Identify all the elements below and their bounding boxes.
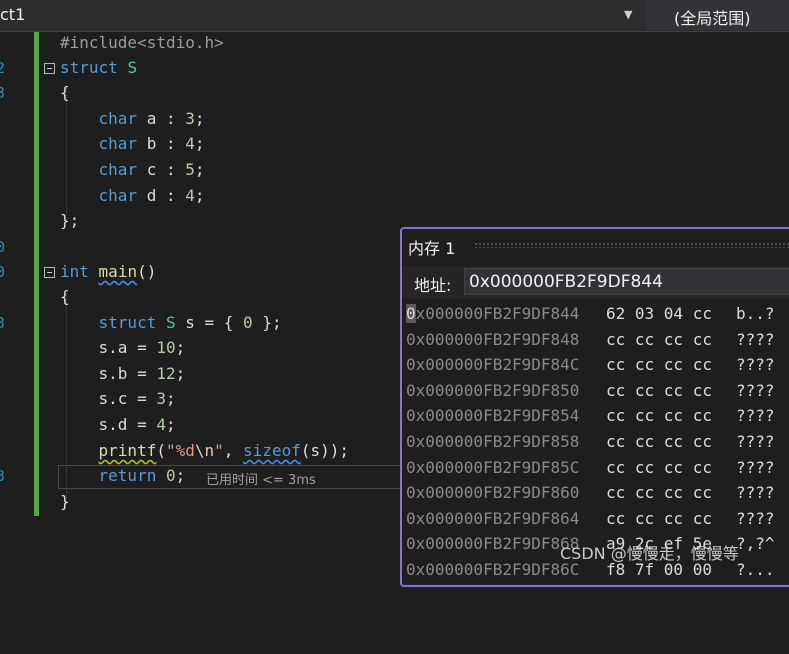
memory-address: 0x000000FB2F9DF844: [406, 304, 579, 323]
address-label: 地址:: [414, 276, 452, 295]
collapse-icon[interactable]: [44, 63, 55, 74]
memory-address: 0x000000FB2F9DF860: [406, 483, 580, 502]
memory-chars: ????: [736, 330, 775, 349]
memory-address: 0x000000FB2F9DF868: [406, 534, 580, 553]
memory-row[interactable]: 0x000000FB2F9DF860 cc cc cc cc ????: [406, 482, 789, 507]
memory-address: 0x000000FB2F9DF85C: [406, 458, 580, 477]
memory-chars: b..?: [736, 304, 775, 323]
memory-bytes: cc cc cc cc: [606, 509, 712, 528]
memory-bytes: cc cc cc cc: [606, 483, 712, 502]
code-text: struct S s = { 0 };: [98, 313, 282, 332]
memory-chars: ????: [736, 406, 775, 425]
code-text: printf("%d\n", sizeof(s));: [98, 441, 350, 460]
line-number: 0: [0, 263, 6, 281]
line-number: 0: [0, 238, 6, 256]
code-text: return 0;: [98, 466, 186, 485]
navigation-bar: ct1 ▼ (全局范围): [0, 0, 789, 32]
collapse-icon[interactable]: [44, 267, 55, 278]
memory-bytes: cc cc cc cc: [606, 406, 712, 425]
code-text: s.c = 3;: [60, 389, 176, 408]
memory-address: 0x000000FB2F9DF858: [406, 432, 580, 451]
memory-chars: ????: [736, 355, 775, 374]
memory-bytes: cc cc cc cc: [606, 330, 712, 349]
code-text: };: [60, 211, 80, 230]
scope-dropdown-label: (全局范围): [674, 9, 751, 28]
line-number: 3: [0, 467, 6, 485]
drag-handle-icon[interactable]: [474, 242, 789, 248]
code-text: char a : 3;: [98, 109, 205, 128]
memory-chars: ????: [736, 483, 775, 502]
memory-bytes: cc cc cc cc: [606, 381, 712, 400]
memory-address: 0x000000FB2F9DF848: [406, 330, 580, 349]
memory-bytes: cc cc cc cc: [606, 458, 712, 477]
code-text: s.a = 10;: [60, 338, 186, 357]
memory-row[interactable]: 0x000000FB2F9DF854 cc cc cc cc ????: [406, 405, 789, 430]
memory-chars: ?...: [736, 560, 775, 579]
memory-row[interactable]: 0x000000FB2F9DF844 62 03 04 cc b..?: [406, 303, 789, 328]
code-line[interactable]: char d : 4;: [0, 185, 789, 210]
code-text: char b : 4;: [98, 134, 205, 153]
memory-address: 0x000000FB2F9DF84C: [406, 355, 580, 374]
memory-bytes: cc cc cc cc: [606, 355, 712, 374]
code-text: s.b = 12;: [60, 364, 186, 383]
memory-bytes: cc cc cc cc: [606, 432, 712, 451]
memory-address: 0x000000FB2F9DF854: [406, 406, 580, 425]
memory-address: 0x000000FB2F9DF864: [406, 509, 580, 528]
code-line[interactable]: char c : 5;: [0, 159, 789, 184]
caret: 0: [406, 304, 416, 323]
memory-chars: ????: [736, 432, 775, 451]
memory-chars: ????: [736, 509, 775, 528]
memory-row[interactable]: 0x000000FB2F9DF864 cc cc cc cc ????: [406, 508, 789, 533]
memory-row[interactable]: 0x000000FB2F9DF84C cc cc cc cc ????: [406, 354, 789, 379]
project-dropdown[interactable]: ct1 ▼: [0, 0, 642, 30]
watermark: CSDN @慢慢走，慢慢等: [560, 544, 739, 563]
code-text: char d : 4;: [98, 186, 205, 205]
memory-address: 0x000000FB2F9DF850: [406, 381, 580, 400]
memory-address-text: x000000FB2F9DF844: [415, 304, 580, 323]
memory-row[interactable]: 0x000000FB2F9DF858 cc cc cc cc ????: [406, 431, 789, 456]
code-text: int main(): [60, 262, 157, 281]
code-text: #include<stdio.h>: [60, 33, 224, 52]
address-bar: 地址:: [402, 266, 789, 298]
code-line[interactable]: char a : 3;: [0, 108, 789, 133]
line-number: 3: [0, 84, 6, 102]
address-input[interactable]: [464, 268, 789, 295]
code-line[interactable]: char b : 4;: [0, 133, 789, 158]
memory-chars: ????: [736, 381, 775, 400]
code-text: s.d = 4;: [60, 415, 176, 434]
memory-chars: ?,?^: [736, 534, 775, 553]
code-line[interactable]: 2 struct S: [0, 57, 789, 82]
line-number: 2: [0, 59, 6, 77]
memory-window-title: 内存 1: [408, 239, 456, 258]
memory-row[interactable]: 0x000000FB2F9DF85C cc cc cc cc ????: [406, 457, 789, 482]
scope-dropdown[interactable]: (全局范围): [646, 0, 789, 30]
memory-bytes: 62 03 04 cc: [606, 304, 712, 323]
code-text: {: [60, 83, 70, 102]
memory-row[interactable]: 0x000000FB2F9DF850 cc cc cc cc ????: [406, 380, 789, 405]
memory-window[interactable]: 内存 1 地址: 0x000000FB2F9DF844 62 03 04 cc …: [400, 227, 789, 587]
code-text: {: [60, 287, 70, 306]
code-text: char c : 5;: [98, 160, 205, 179]
code-line[interactable]: 3 {: [0, 82, 789, 107]
memory-chars: ????: [736, 458, 775, 477]
memory-row[interactable]: 0x000000FB2F9DF848 cc cc cc cc ????: [406, 329, 789, 354]
project-dropdown-label: ct1: [0, 5, 26, 24]
code-text: }: [60, 492, 70, 511]
code-text: struct S: [60, 58, 138, 77]
line-number: 3: [0, 314, 6, 332]
chevron-down-icon[interactable]: ▼: [624, 8, 632, 21]
memory-address: 0x000000FB2F9DF86C: [406, 560, 580, 579]
elapsed-time-hint: 已用时间 <= 3ms: [206, 473, 316, 488]
code-line[interactable]: #include<stdio.h>: [0, 32, 789, 57]
